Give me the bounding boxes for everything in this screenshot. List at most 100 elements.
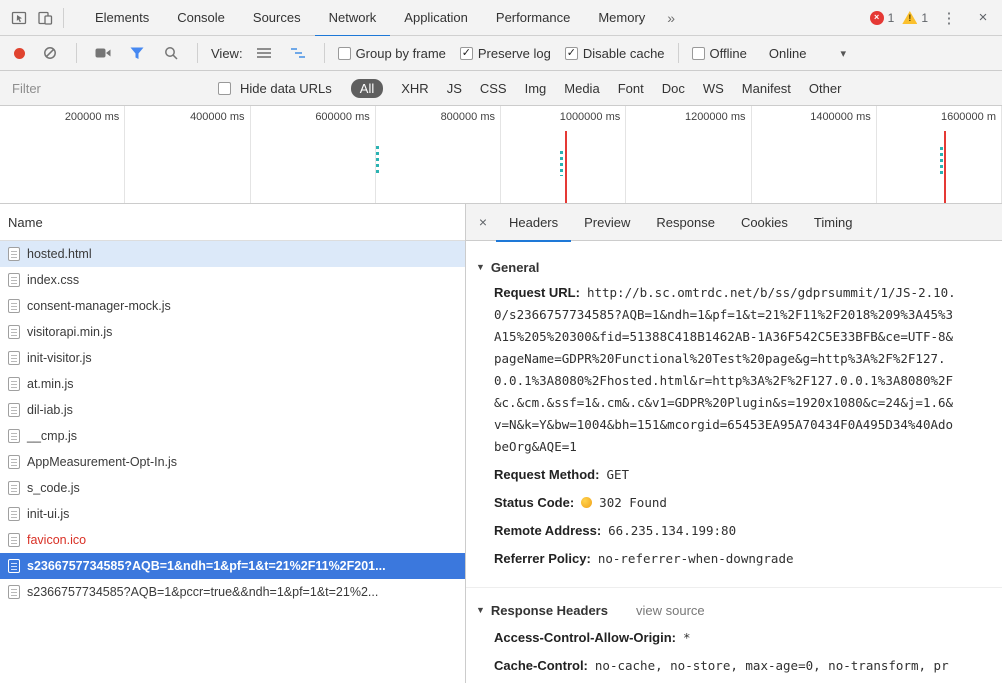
filter-type-js[interactable]: JS [447,79,462,98]
device-toolbar-icon[interactable] [32,5,58,31]
hide-data-urls-checkbox[interactable] [218,81,231,95]
request-row[interactable]: __cmp.js [0,423,465,449]
network-filter-bar: Hide data URLs All XHR JS CSS Img Media Font Do… [0,71,1002,106]
checkbox-group-by-frame[interactable] [337,46,351,60]
checkbox-offline[interactable] [691,46,705,60]
detail-tab-timing[interactable]: Timing [801,204,866,242]
clear-icon[interactable] [37,40,63,66]
detail-tab-preview[interactable]: Preview [571,204,643,242]
header-value: 66.235.134.199:80 [608,523,737,538]
request-row[interactable]: s2366757734585?AQB=1&ndh=1&pf=1&t=21%2F1… [0,553,465,579]
header-line: Request Method: GET [466,461,1002,489]
request-row[interactable]: AppMeasurement-Opt-In.js [0,449,465,475]
tab-console[interactable]: Console [163,0,239,37]
request-details-panel: × Headers Preview Response Cookies Timing ▼ … [466,204,1002,683]
detail-tab-headers[interactable]: Headers [496,204,572,242]
record-button[interactable] [14,47,25,59]
tab-sources[interactable]: Sources [239,0,315,37]
header-name: Referrer Policy: [494,551,591,566]
request-row[interactable]: s_code.js [0,475,465,501]
header-value: no-referrer-when-downgrade [597,551,794,566]
header-value: 302 Found [599,495,667,510]
timeline-column: 1400000 ms [752,106,877,203]
timeline-grid: 200000 ms 400000 ms 600000 ms 800000 ms 1000… [0,106,1002,203]
hide-data-urls-label[interactable]: Hide data URLs [240,81,332,96]
timeline-column: 800000 ms [376,106,501,203]
filter-input[interactable] [10,79,209,97]
toolbar-option-preserve-log[interactable]: ✓ Preserve log [459,46,551,61]
checkbox-preserve-log[interactable]: ✓ [459,46,473,60]
filter-type-ws[interactable]: WS [703,79,724,98]
request-row[interactable]: at.min.js [0,371,465,397]
toolbar-option-group-by-frame[interactable]: Group by frame [337,46,446,61]
name-column-header[interactable]: Name [0,204,465,241]
request-row[interactable]: favicon.ico [0,527,465,553]
search-icon[interactable] [158,40,184,66]
devtools-top-bar: Elements Console Sources Network Application… [0,0,1002,37]
waterfall-view-icon[interactable] [285,40,311,66]
network-activity-marks [940,147,943,175]
throttling-select[interactable]: Online ▾ [769,46,846,61]
warning-badge[interactable]: ! 1 [902,11,928,25]
filter-type-manifest[interactable]: Manifest [742,79,791,98]
filter-type-all[interactable]: All [350,78,384,98]
view-source-link[interactable]: view source [636,603,705,618]
network-activity-marks [376,146,379,176]
filter-type-other[interactable]: Other [809,79,842,98]
screenshot-capture-icon[interactable] [90,40,116,66]
file-icon [8,403,20,417]
tab-memory[interactable]: Memory [584,0,659,37]
detail-tab-cookies[interactable]: Cookies [728,204,801,242]
timeline-tick-label: 1400000 ms [810,111,871,123]
filter-type-font[interactable]: Font [618,79,644,98]
general-section-header[interactable]: ▼ General [466,253,1002,281]
request-row[interactable]: s2366757734585?AQB=1&pccr=true&&ndh=1&pf… [0,579,465,605]
filter-type-doc[interactable]: Doc [662,79,685,98]
filter-icon[interactable] [124,40,150,66]
request-name: dil-iab.js [27,403,73,417]
toolbar-option-disable-cache[interactable]: ✓ Disable cache [564,46,665,61]
file-icon [8,429,20,443]
close-devtools-icon[interactable]: × [970,5,996,31]
filter-type-img[interactable]: Img [525,79,547,98]
filter-type-css[interactable]: CSS [480,79,507,98]
request-row[interactable]: hosted.html [0,241,465,267]
network-overview-timeline[interactable]: 200000 ms 400000 ms 600000 ms 800000 ms 1000… [0,106,1002,204]
toolbar-divider [677,43,679,63]
filter-type-media[interactable]: Media [564,79,599,98]
request-name: s_code.js [27,481,80,495]
file-icon [8,585,20,599]
checkbox-disable-cache[interactable]: ✓ [564,46,578,60]
toolbar-option-offline[interactable]: Offline [691,46,747,61]
file-icon [8,533,20,547]
file-icon [8,299,20,313]
request-name: index.css [27,273,80,287]
tab-network[interactable]: Network [314,0,391,37]
header-name: Cache-Control: [494,658,588,673]
tab-performance[interactable]: Performance [482,0,584,37]
overflow-menu-icon[interactable]: ⋮ [936,5,962,31]
toolbar-divider [63,7,64,28]
list-view-icon[interactable] [251,40,277,66]
request-row[interactable]: dil-iab.js [0,397,465,423]
request-name: init-ui.js [27,507,70,521]
request-row[interactable]: consent-manager-mock.js [0,293,465,319]
timeline-tick-label: 400000 ms [190,111,245,123]
error-badge[interactable]: × 1 [869,10,894,25]
header-name: Request Method: [494,467,600,482]
request-row[interactable]: init-ui.js [0,501,465,527]
tab-elements[interactable]: Elements [81,0,163,37]
detail-tab-response[interactable]: Response [643,204,728,242]
request-row[interactable]: index.css [0,267,465,293]
filter-type-xhr[interactable]: XHR [401,79,428,98]
request-name: init-visitor.js [27,351,92,365]
tab-application[interactable]: Application [390,0,482,37]
inspect-element-icon[interactable] [6,5,32,31]
request-row[interactable]: init-visitor.js [0,345,465,371]
collapse-caret-icon: ▼ [476,262,485,272]
file-icon [8,325,20,339]
request-row[interactable]: visitorapi.min.js [0,319,465,345]
more-panels-icon[interactable]: » [659,10,683,26]
close-details-icon[interactable]: × [470,214,496,230]
response-headers-section-header[interactable]: ▼ Response Headers view source [466,596,1002,624]
